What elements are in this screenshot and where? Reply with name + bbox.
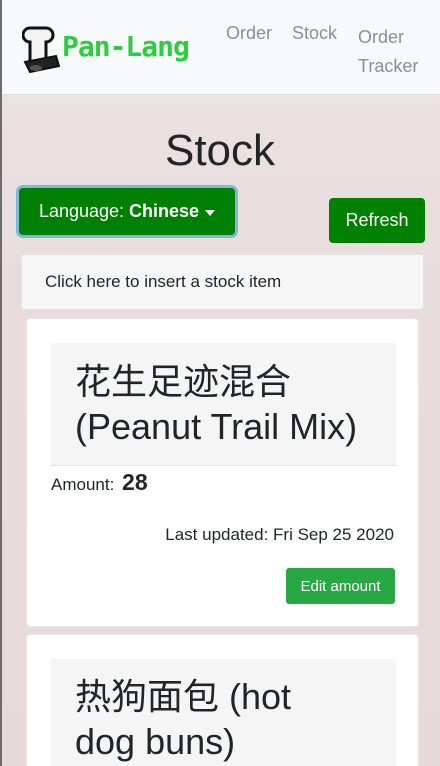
brand[interactable]: Pan-Lang (22, 26, 190, 74)
bread-slice-icon (22, 26, 60, 74)
insert-stock-item-label: Click here to insert a stock item (45, 272, 282, 291)
stock-item-title: 热狗面包 (hot dog buns) (51, 659, 396, 766)
language-label: Language: (38, 201, 125, 221)
stock-item-name-en: dog buns) (75, 721, 236, 762)
language-dropdown[interactable]: Language: Chinese (19, 188, 235, 235)
window-edge (0, 0, 2, 766)
page-title: Stock (164, 126, 276, 175)
amount-value: 28 (122, 469, 148, 495)
nav-order-tracker-line1: Order (358, 27, 405, 47)
brand-name: Pan-Lang (62, 29, 190, 63)
stock-item-card: 花生足迹混合 (Peanut Trail Mix) Amount: 28 Las… (26, 318, 419, 627)
edit-amount-button[interactable]: Edit amount (286, 568, 395, 604)
nav-stock[interactable]: Stock (292, 23, 337, 44)
stock-item-name-zh: 花生足迹混合 (75, 361, 292, 402)
language-value: Chinese (129, 201, 200, 221)
nav-order-tracker-line2: Tracker (358, 56, 419, 76)
stock-amount: Amount: 28 (51, 469, 148, 496)
stock-item-name-en: (Peanut Trail Mix) (75, 406, 358, 447)
stock-item-card: 热狗面包 (hot dog buns) (26, 634, 419, 766)
stock-item-title: 花生足迹混合 (Peanut Trail Mix) (51, 343, 396, 466)
refresh-button[interactable]: Refresh (329, 198, 425, 243)
insert-stock-item-button[interactable]: Click here to insert a stock item (21, 254, 424, 310)
nav-order-tracker[interactable]: Order Tracker (358, 23, 418, 81)
stock-item-name-zh: 热狗面包 (hot (75, 676, 292, 717)
navbar: Pan-Lang Order Stock Order Tracker (2, 0, 440, 95)
caret-down-icon (205, 209, 216, 216)
amount-label: Amount: (51, 475, 115, 494)
last-updated: Last updated: Fri Sep 25 2020 (165, 525, 394, 544)
nav-order[interactable]: Order (226, 23, 272, 44)
